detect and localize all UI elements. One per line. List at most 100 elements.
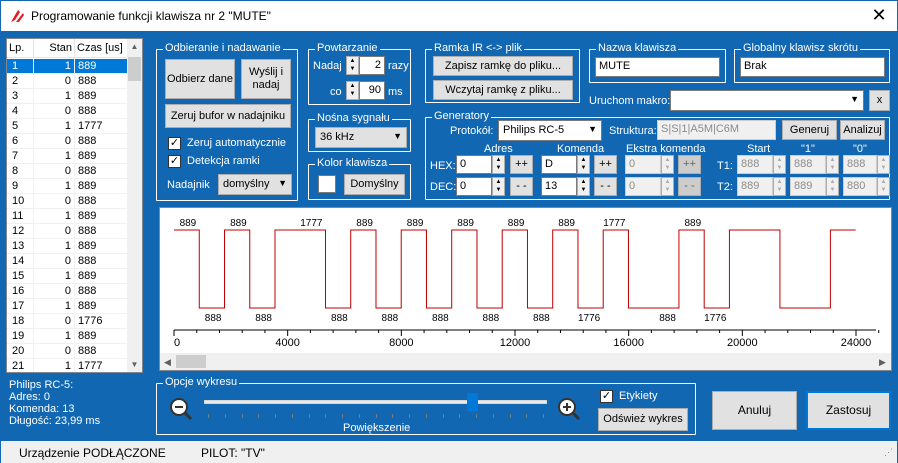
scroll-right-icon[interactable]: ▶ <box>879 357 886 367</box>
col-time[interactable]: Czas [us] <box>75 39 128 57</box>
table-row[interactable]: 20 0 888 <box>7 344 128 359</box>
extra-inc-button[interactable]: ++ <box>678 155 701 174</box>
chart-scrollbar[interactable] <box>160 353 891 370</box>
command-dec-input[interactable]: 13 <box>541 177 577 196</box>
save-frame-button[interactable]: Zapisz ramkę do pliku... <box>433 56 573 76</box>
t2-one-input[interactable]: 889 <box>790 177 826 196</box>
labels-checkbox[interactable]: ✓ <box>600 390 613 403</box>
table-row[interactable]: 2 0 888 <box>7 74 128 89</box>
command-hex-spinner[interactable]: ▲ ▼ <box>577 155 590 174</box>
table-row[interactable]: 17 1 889 <box>7 299 128 314</box>
send-count-input[interactable]: 2 <box>359 56 385 75</box>
timing-table[interactable]: Lp. Stan Czas [us] 1 1 889 2 0 888 3 1 889 4 0 888 5… <box>6 38 143 373</box>
t2-zero-input[interactable]: 880 <box>843 177 877 196</box>
structure-input[interactable]: S|S|1|A5M|C6M <box>657 120 776 140</box>
table-row[interactable]: 11 1 889 <box>7 209 128 224</box>
extra-hex-input[interactable]: 0 <box>625 155 661 174</box>
color-swatch[interactable] <box>318 175 336 193</box>
table-row[interactable]: 21 1 1777 <box>7 359 128 372</box>
zoom-label: Powiększenie <box>343 422 411 434</box>
waveform-svg: 889 888 889 888 1777 888 889 888 889 888 889 888 889… <box>160 218 891 370</box>
protocol-select[interactable]: Philips RC-5 ▼ <box>498 120 602 141</box>
default-color-button[interactable]: Domyślny <box>344 174 405 195</box>
key-name-input[interactable]: MUTE <box>595 57 720 77</box>
extra-dec-input[interactable]: 0 <box>625 177 661 196</box>
load-frame-button[interactable]: Wczytaj ramkę z pliku... <box>433 80 573 100</box>
table-row[interactable]: 1 1 889 <box>7 59 128 74</box>
table-row[interactable]: 13 1 889 <box>7 239 128 254</box>
row-index: 4 <box>7 104 34 118</box>
table-row[interactable]: 14 0 888 <box>7 254 128 269</box>
t2-start-spinner[interactable]: ▲ ▼ <box>773 177 786 196</box>
interval-input[interactable]: 90 <box>359 81 385 100</box>
table-row[interactable]: 16 0 888 <box>7 284 128 299</box>
global-hotkey-input[interactable]: Brak <box>740 57 885 77</box>
chart-scroll-thumb[interactable] <box>176 355 206 368</box>
clear-buffer-button[interactable]: Zeruj bufor w nadajniku <box>165 104 291 128</box>
address-hex-input[interactable]: 0 <box>456 155 492 174</box>
zoom-slider-thumb[interactable] <box>466 393 478 411</box>
t1-start-input[interactable]: 888 <box>737 155 773 174</box>
send-count-spinner[interactable]: ▲ ▼ <box>346 56 359 75</box>
col-state[interactable]: Stan <box>34 39 75 57</box>
t1-zero-input[interactable]: 888 <box>843 155 877 174</box>
zoom-in-icon[interactable] <box>557 397 581 421</box>
close-icon[interactable]: ✕ <box>869 5 889 25</box>
address-hex-spinner[interactable]: ▲ ▼ <box>492 155 505 174</box>
waveform-chart[interactable]: 889 888 889 888 1777 888 889 888 889 888 889 888 889… <box>159 207 892 371</box>
macro-select[interactable]: ▼ <box>670 90 864 111</box>
zoom-slider-track[interactable] <box>204 400 547 404</box>
table-row[interactable]: 7 1 889 <box>7 149 128 164</box>
extra-dec-spinner[interactable]: ▲ ▼ <box>661 177 674 196</box>
table-row[interactable]: 9 1 889 <box>7 179 128 194</box>
remote-status: PILOT: "TV" <box>201 446 265 460</box>
table-row[interactable]: 10 0 888 <box>7 194 128 209</box>
table-row[interactable]: 8 0 888 <box>7 164 128 179</box>
table-row[interactable]: 15 1 889 <box>7 269 128 284</box>
analyze-button[interactable]: Analizuj <box>840 120 885 140</box>
extra-hex-spinner[interactable]: ▲ ▼ <box>661 155 674 174</box>
command-hex-input[interactable]: D <box>541 155 577 174</box>
t2-zero-spinner[interactable]: ▲ ▼ <box>877 177 890 196</box>
generate-button[interactable]: Generuj <box>782 120 837 140</box>
cancel-button[interactable]: Anuluj <box>712 391 797 430</box>
table-row[interactable]: 3 1 889 <box>7 89 128 104</box>
table-row[interactable]: 4 0 888 <box>7 104 128 119</box>
command-dec-button[interactable]: - - <box>594 177 617 196</box>
carrier-select[interactable]: 36 kHz ▼ <box>315 127 407 148</box>
command-inc-button[interactable]: ++ <box>594 155 617 174</box>
t2-start-input[interactable]: 889 <box>737 177 773 196</box>
extra-dec-button[interactable]: - - <box>678 177 701 196</box>
address-dec-input[interactable]: 0 <box>456 177 492 196</box>
apply-button[interactable]: Zastosuj <box>806 391 891 430</box>
frame-detect-checkbox[interactable]: ✓ <box>168 155 181 168</box>
scroll-left-icon[interactable]: ◀ <box>164 357 171 367</box>
resize-grip-icon[interactable]: ⋰ <box>884 447 893 458</box>
row-time: 888 <box>75 134 128 148</box>
t1-zero-spinner[interactable]: ▲ ▼ <box>877 155 890 174</box>
auto-clear-checkbox[interactable]: ✓ <box>168 137 181 150</box>
t2-one-spinner[interactable]: ▲ ▼ <box>826 177 839 196</box>
t1-one-spinner[interactable]: ▲ ▼ <box>826 155 839 174</box>
interval-spinner[interactable]: ▲ ▼ <box>346 81 359 100</box>
macro-clear-button[interactable]: x <box>869 90 890 111</box>
address-dec-button[interactable]: - - <box>510 177 533 196</box>
t1-start-spinner[interactable]: ▲ ▼ <box>773 155 786 174</box>
refresh-chart-button[interactable]: Odśwież wykres <box>598 408 688 431</box>
send-receive-button[interactable]: Wyślij i nadaj <box>241 59 291 99</box>
address-dec-spinner[interactable]: ▲ ▼ <box>492 177 505 196</box>
command-dec-spinner[interactable]: ▲ ▼ <box>577 177 590 196</box>
table-row[interactable]: 18 0 1776 <box>7 314 128 329</box>
table-row[interactable]: 5 1 1777 <box>7 119 128 134</box>
high-duration-label: 889 <box>356 218 373 229</box>
address-inc-button[interactable]: ++ <box>510 155 533 174</box>
zoom-out-icon[interactable] <box>169 397 193 421</box>
col-lp[interactable]: Lp. <box>7 39 34 57</box>
table-scrollbar[interactable]: ▲ ▼ <box>127 39 142 372</box>
table-row[interactable]: 12 0 888 <box>7 224 128 239</box>
t1-one-input[interactable]: 888 <box>790 155 826 174</box>
transmitter-select[interactable]: domyślny ▼ <box>218 174 292 195</box>
table-row[interactable]: 19 1 889 <box>7 329 128 344</box>
table-row[interactable]: 6 0 888 <box>7 134 128 149</box>
receive-button[interactable]: Odbierz dane <box>165 59 235 99</box>
